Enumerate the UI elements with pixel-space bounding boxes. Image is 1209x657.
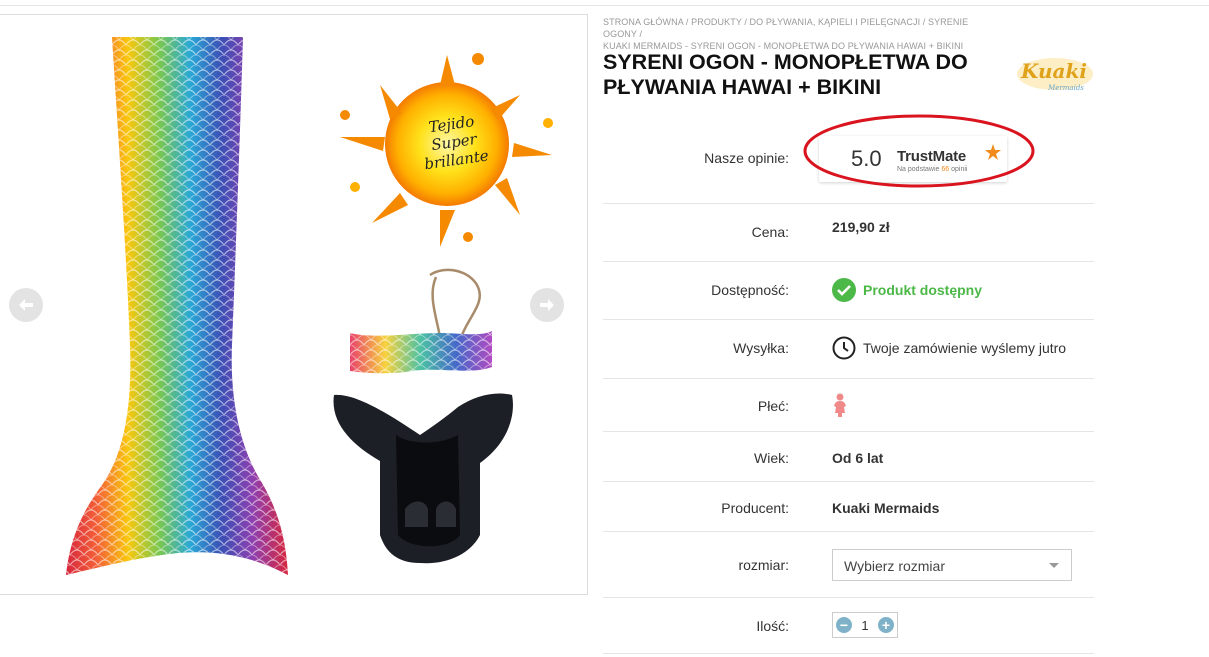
gender-label: Płeć: [757,398,789,414]
availability-text: Produkt dostępny [863,282,983,298]
product-image [66,37,553,575]
quantity-row: Ilość: − 1 + [603,598,1094,654]
price-value: 219,90 zł [832,219,890,235]
quantity-stepper[interactable]: − 1 + [832,612,898,638]
age-row: Wiek: Od 6 lat [603,432,1094,482]
size-select[interactable]: Wybierz rozmiar [832,549,1072,581]
age-value: Od 6 lat [832,450,884,466]
gallery-next-button[interactable] [530,288,564,322]
shipping-row: Wysyłka: Twoje zamówienie wyślemy jutro [603,320,1094,379]
product-gallery[interactable]: Tejido Super brillante [0,14,588,595]
chevron-down-icon [1049,563,1059,568]
top-divider [0,0,1209,6]
quantity-label: Ilość: [756,618,789,634]
breadcrumb-line-1[interactable]: STRONA GŁÓWNA / PRODUKTY / DO PŁYWANIA, … [603,17,968,39]
arrow-left-icon [19,299,33,311]
gender-row: Płeć: [603,379,1094,432]
svg-text:Kuaki: Kuaki [1020,59,1087,83]
brand-logo-image: Kuaki Mermaids [1017,58,1093,92]
producer-row: Producent: Kuaki Mermaids [603,482,1094,532]
producer-label: Producent: [721,500,789,516]
reviews-label: Nasze opinie: [704,150,789,166]
price-label: Cena: [751,224,789,240]
shipping-text: Twoje zamówienie wyślemy jutro [863,340,1067,356]
price-row: Cena: 219,90 zł [603,204,1094,262]
availability-label: Dostępność: [711,282,789,298]
age-label: Wiek: [754,450,789,466]
girl-icon [834,393,846,417]
check-circle-icon [832,278,856,302]
shipping-label: Wysyłka: [733,340,789,356]
gender-value [832,393,848,417]
availability-value: Produkt dostępny [832,278,982,302]
highlight-ellipse [803,114,1035,188]
quantity-value[interactable]: 1 [861,618,868,633]
reviews-row: Nasze opinie: 5.0 TrustMate Na podstawie… [603,114,1094,204]
clock-icon [832,336,856,360]
availability-row: Dostępność: Produkt dostępny [603,262,1094,320]
shipping-value: Twoje zamówienie wyślemy jutro [832,336,1066,360]
size-row: rozmiar: Wybierz rozmiar [603,532,1094,598]
size-select-value: Wybierz rozmiar [844,558,945,574]
arrow-right-icon [540,299,554,311]
product-page: Tejido Super brillante STRONA GŁÓWNA / P… [0,0,1209,657]
breadcrumb: STRONA GŁÓWNA / PRODUKTY / DO PŁYWANIA, … [603,16,973,52]
quantity-minus-button[interactable]: − [836,617,852,633]
producer-value: Kuaki Mermaids [832,500,940,516]
product-title: SYRENI OGON - MONOPŁETWA DO PŁYWANIA HAW… [603,50,968,99]
size-label: rozmiar: [738,557,789,573]
brand-logo[interactable]: Kuaki Mermaids [1014,50,1096,96]
svg-text:Mermaids: Mermaids [1047,84,1084,92]
gallery-prev-button[interactable] [9,288,43,322]
quantity-plus-button[interactable]: + [877,617,894,633]
